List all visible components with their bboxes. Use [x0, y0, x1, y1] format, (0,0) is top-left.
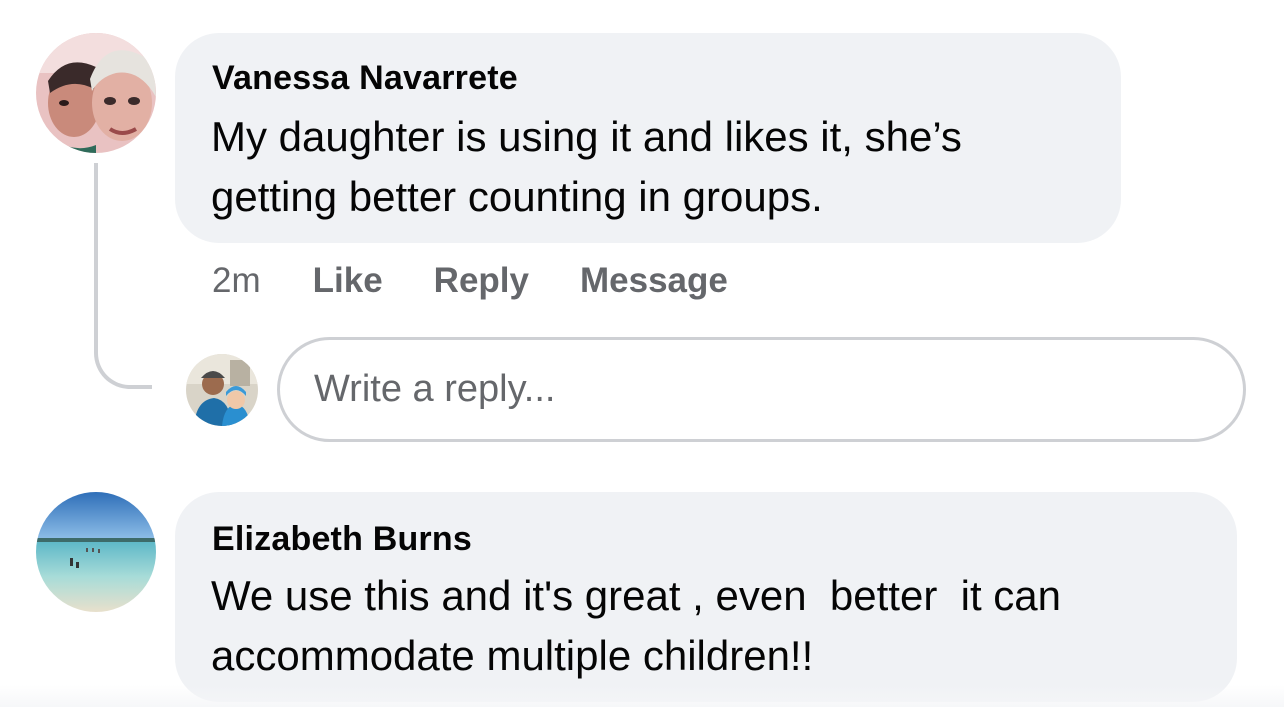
comment-text-line: My daughter is using it and likes it, sh…: [211, 113, 962, 160]
commenter-avatar-vanessa[interactable]: [36, 33, 156, 153]
comment-text-line: We use this and it's great , even better…: [211, 572, 1062, 619]
comment-text-line: accommodate multiple children!!: [211, 632, 814, 679]
comment-author[interactable]: Elizabeth Burns: [212, 520, 472, 559]
reply-input[interactable]: Write a reply...: [277, 337, 1246, 442]
reply-button[interactable]: Reply: [434, 261, 529, 301]
user-avatar-icon: [186, 354, 258, 426]
like-button[interactable]: Like: [313, 261, 383, 301]
commenter-avatar-elizabeth[interactable]: [36, 492, 156, 612]
comment-bubble-vanessa[interactable]: Vanessa Navarrete My daughter is using i…: [175, 33, 1121, 243]
reply-input-placeholder: Write a reply...: [314, 368, 556, 410]
selfie-avatar-icon: [36, 33, 156, 153]
beach-avatar-icon: [36, 492, 156, 612]
current-user-avatar[interactable]: [186, 354, 258, 426]
comment-actions: 2m Like Reply Message: [212, 259, 779, 303]
comment-text-line: getting better counting in groups.: [211, 173, 823, 220]
bottom-fade: [0, 685, 1284, 707]
message-button[interactable]: Message: [580, 261, 728, 301]
thread-connector-line: [94, 163, 152, 389]
comment-author[interactable]: Vanessa Navarrete: [212, 59, 518, 98]
comment-bubble-elizabeth[interactable]: Elizabeth Burns We use this and it's gre…: [175, 492, 1237, 702]
comment-timestamp[interactable]: 2m: [212, 261, 261, 301]
